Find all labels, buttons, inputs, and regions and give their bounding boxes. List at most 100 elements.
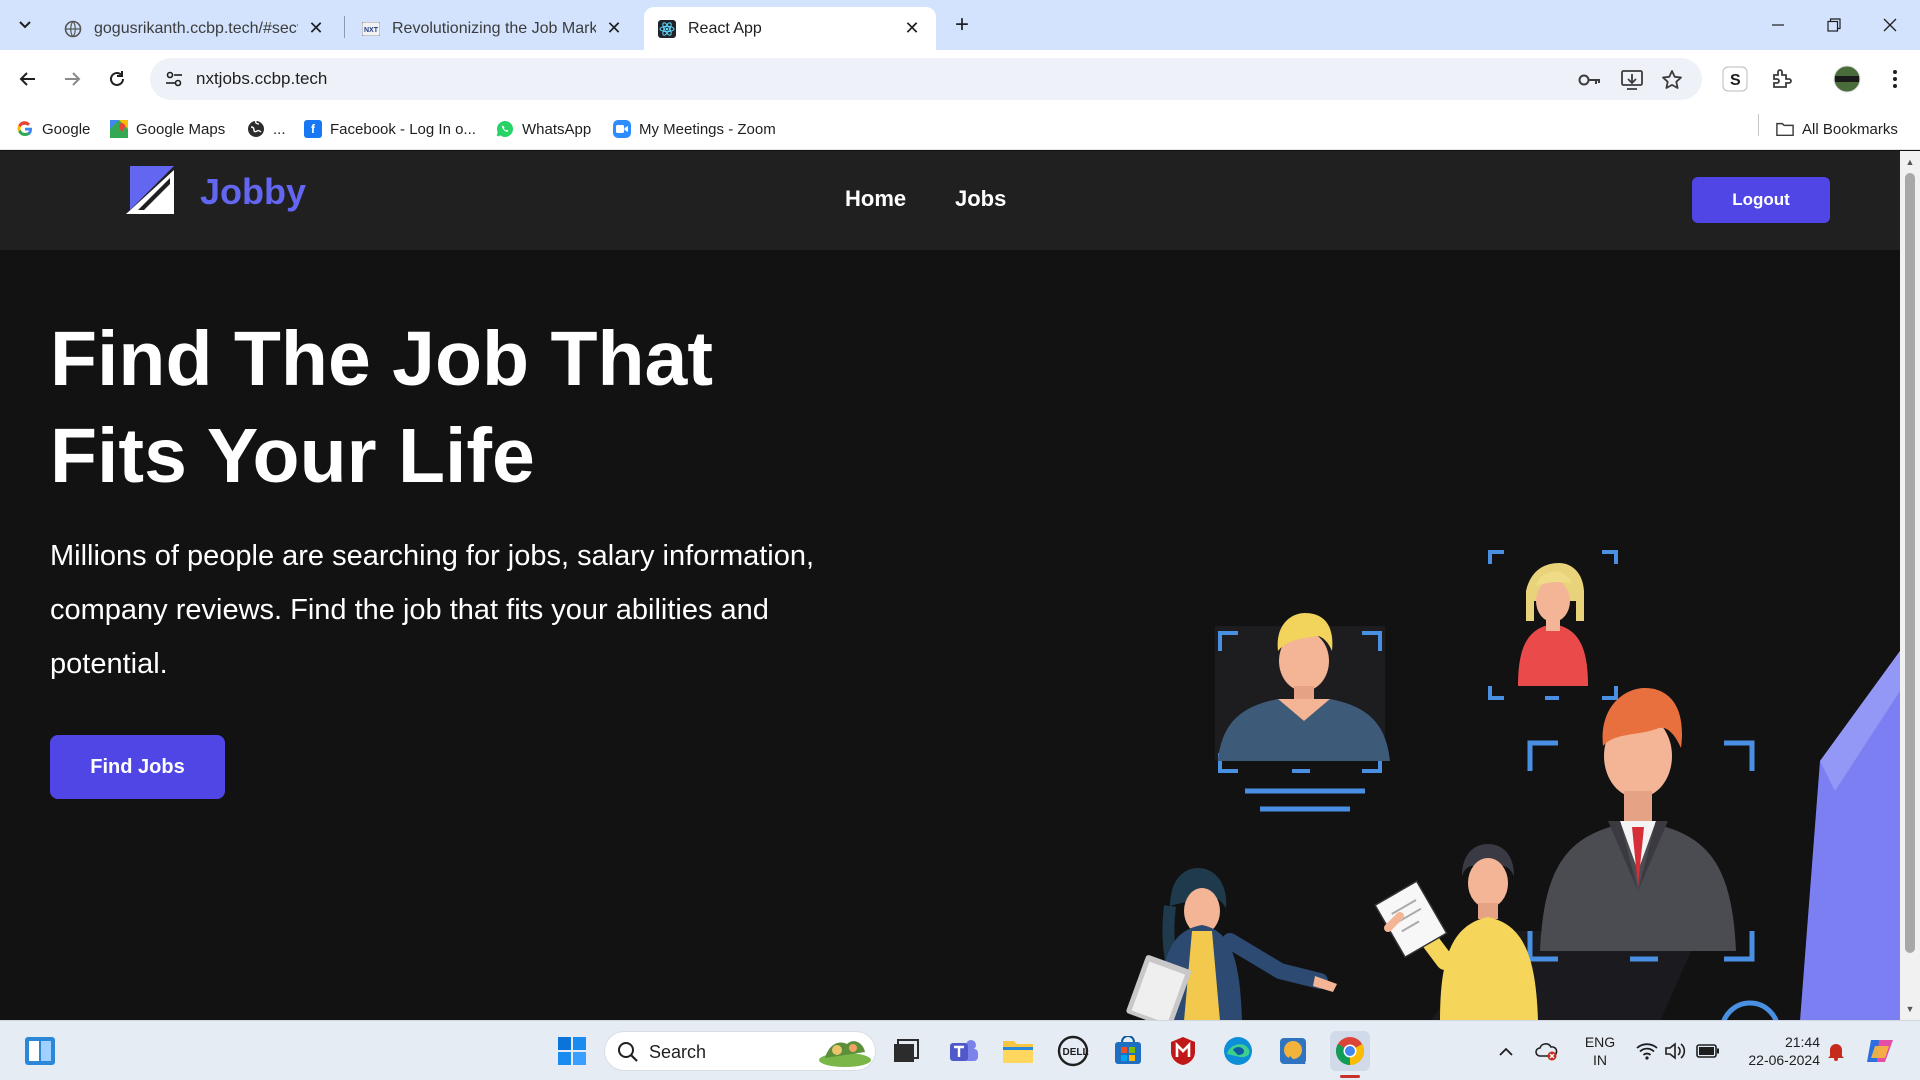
profile-avatar[interactable] [1832, 64, 1862, 94]
bookmark-label: WhatsApp [522, 120, 592, 138]
volume-icon[interactable] [1662, 1033, 1688, 1069]
react-icon [658, 19, 676, 38]
tab-title: React App [688, 19, 762, 37]
google-icon [16, 120, 34, 138]
microsoft-store-icon[interactable] [1110, 1033, 1146, 1069]
photos-app-icon[interactable] [1275, 1033, 1311, 1069]
bookmark-star-icon[interactable] [1660, 68, 1684, 92]
restore-icon [1827, 18, 1841, 32]
logout-button[interactable]: Logout [1692, 177, 1830, 223]
tab-separator [344, 16, 345, 38]
region-code: IN [1593, 1052, 1607, 1068]
scroll-up-icon[interactable]: ▲ [1904, 156, 1916, 168]
back-button[interactable] [10, 61, 46, 97]
all-bookmarks[interactable]: All Bookmarks [1776, 117, 1898, 141]
arrow-right-icon [65, 72, 81, 86]
forward-button[interactable] [54, 61, 90, 97]
nav-home-link[interactable]: Home [845, 186, 906, 212]
bookmark-google[interactable]: Google [16, 117, 90, 141]
whatsapp-icon [496, 120, 514, 138]
nav-jobs-link[interactable]: Jobs [955, 186, 1006, 212]
hero-description: Millions of people are searching for job… [50, 540, 815, 680]
address-bar[interactable]: nxtjobs.ccbp.tech [150, 58, 1702, 100]
bookmark-google-maps[interactable]: Google Maps [110, 117, 225, 141]
close-tab-icon[interactable]: ✕ [604, 18, 624, 39]
close-window-button[interactable] [1862, 0, 1918, 50]
file-explorer-icon[interactable] [1000, 1033, 1036, 1069]
minimize-icon [1772, 24, 1784, 26]
minimize-button[interactable] [1750, 0, 1806, 50]
onedrive-error-icon[interactable] [1534, 1033, 1560, 1069]
jobby-logo-icon[interactable] [126, 166, 174, 214]
notification-bell-icon[interactable] [1824, 1033, 1848, 1069]
battery-icon[interactable] [1694, 1033, 1722, 1069]
bookmark-globe[interactable]: ... [247, 117, 286, 141]
search-icon [618, 1042, 638, 1062]
app-header: Jobby Home Jobs Logout [0, 151, 1900, 250]
reload-button[interactable] [99, 61, 135, 97]
mcafee-icon[interactable] [1165, 1033, 1201, 1069]
bookmarks-separator [1758, 114, 1759, 136]
globe-icon [247, 120, 265, 138]
hiring-illustration [1126, 550, 1900, 1020]
site-settings-icon[interactable] [164, 69, 184, 89]
language-code: ENG [1584, 1034, 1616, 1050]
nxtwave-icon: NXT [362, 20, 380, 38]
all-bookmarks-label: All Bookmarks [1802, 120, 1898, 138]
tab-1[interactable]: NXT Revolutionizing the Job Market ✕ [348, 7, 638, 50]
extension-s-icon[interactable]: S [1720, 64, 1750, 94]
reload-icon [110, 71, 124, 86]
scroll-down-icon[interactable]: ▼ [1904, 1003, 1916, 1015]
bookmark-label: My Meetings - Zoom [639, 120, 776, 138]
tab-0[interactable]: gogusrikanth.ccbp.tech/#sectio ✕ [50, 7, 340, 50]
install-app-icon[interactable] [1620, 68, 1644, 92]
find-jobs-button[interactable]: Find Jobs [50, 735, 225, 799]
show-hidden-icons[interactable] [1496, 1033, 1516, 1069]
language-indicator[interactable]: ENG IN [1580, 1033, 1620, 1069]
widgets-icon[interactable] [22, 1033, 58, 1069]
bookmark-facebook[interactable]: f Facebook - Log In o... [304, 117, 476, 141]
edge-icon[interactable] [1220, 1033, 1256, 1069]
scrollbar-thumb[interactable] [1905, 173, 1915, 953]
restore-button[interactable] [1806, 0, 1862, 50]
zoom-icon [613, 120, 631, 138]
windows-start-icon[interactable] [554, 1033, 590, 1069]
teams-icon[interactable] [946, 1033, 982, 1069]
logo-text[interactable]: Jobby [200, 171, 306, 213]
facebook-icon: f [304, 120, 322, 138]
dell-icon[interactable]: DELL [1055, 1033, 1091, 1069]
chrome-active-indicator [1340, 1075, 1360, 1078]
arrow-left-icon [19, 72, 35, 86]
extensions-puzzle-icon[interactable] [1767, 64, 1797, 94]
url-text[interactable]: nxtjobs.ccbp.tech [196, 69, 327, 89]
page-scrollbar[interactable]: ▲ ▼ [1900, 151, 1920, 1020]
wifi-icon[interactable] [1634, 1033, 1660, 1069]
clock[interactable]: 21:44 22-06-2024 [1728, 1033, 1820, 1069]
menu-kebab-icon[interactable] [1880, 64, 1910, 94]
copilot-icon[interactable] [1862, 1033, 1898, 1069]
profile-letter: S [1730, 72, 1741, 89]
close-icon [1883, 18, 1897, 32]
tab-search-button[interactable] [8, 8, 42, 42]
folder-icon [1776, 120, 1794, 138]
google-maps-icon [110, 120, 128, 138]
clock-date: 22-06-2024 [1748, 1052, 1820, 1068]
browser-toolbar: nxtjobs.ccbp.tech S [0, 50, 1920, 108]
tab-2-active[interactable]: React App ✕ [644, 7, 936, 50]
close-tab-icon[interactable]: ✕ [902, 18, 922, 39]
bookmark-zoom[interactable]: My Meetings - Zoom [613, 117, 776, 141]
tab-title: Revolutionizing the Job Market [392, 19, 596, 37]
svg-text:DELL: DELL [1063, 1047, 1089, 1058]
taskbar-search-box[interactable]: Search [604, 1031, 876, 1071]
bookmark-label: Facebook - Log In o... [330, 120, 476, 138]
chrome-taskbar-icon[interactable] [1330, 1031, 1370, 1071]
hero-title: Find The Job That Fits Your Life [50, 316, 713, 499]
taskbar-search-placeholder: Search [649, 1042, 707, 1062]
bookmark-whatsapp[interactable]: WhatsApp [496, 117, 591, 141]
password-key-icon[interactable] [1578, 68, 1602, 92]
close-tab-icon[interactable]: ✕ [306, 18, 326, 39]
windows-taskbar: Search DELL ENG IN 21:44 22-06-2024 [0, 1020, 1920, 1080]
new-tab-button[interactable]: + [948, 12, 976, 40]
tab-strip: gogusrikanth.ccbp.tech/#sectio ✕ NXT Rev… [0, 0, 1920, 50]
task-view-icon[interactable] [888, 1033, 924, 1069]
